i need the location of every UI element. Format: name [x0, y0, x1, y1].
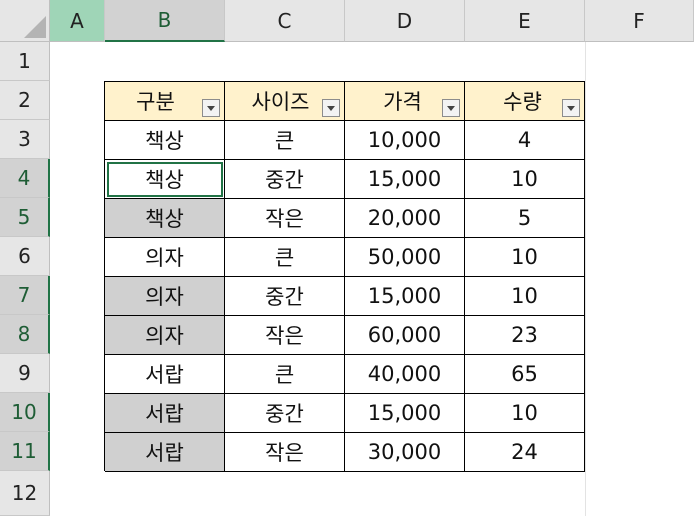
header-label: 수량 [503, 90, 542, 114]
row-header-4[interactable]: 4 [0, 159, 50, 198]
table-cell[interactable]: 40,000 [345, 355, 465, 394]
column-header-b[interactable]: B [105, 0, 225, 42]
selected-cell[interactable]: 의자 [105, 316, 225, 355]
table-cell[interactable]: 작은 [225, 316, 345, 355]
table-cell[interactable]: 65 [465, 355, 585, 394]
header-cell-quantity[interactable]: 수량 [465, 82, 585, 121]
row-header-2[interactable]: 2 [0, 81, 50, 120]
row-header-10[interactable]: 10 [0, 393, 50, 432]
table-cell[interactable]: 중간 [225, 277, 345, 316]
table-cell[interactable]: 30,000 [345, 433, 465, 472]
column-header-c[interactable]: C [225, 0, 345, 42]
header-cell-category[interactable]: 구분 [105, 82, 225, 121]
filter-dropdown-icon[interactable] [202, 99, 220, 117]
row-header-6[interactable]: 6 [0, 237, 50, 276]
table-cell[interactable]: 10 [465, 160, 585, 199]
row-header-3[interactable]: 3 [0, 120, 50, 159]
selected-cell[interactable]: 서랍 [105, 394, 225, 433]
table-cell[interactable]: 10 [465, 277, 585, 316]
table-cell[interactable]: 20,000 [345, 199, 465, 238]
selected-cell[interactable]: 의자 [105, 277, 225, 316]
active-cell[interactable]: 책상 [105, 160, 225, 199]
row-header-12[interactable]: 12 [0, 471, 50, 516]
table-cell[interactable]: 15,000 [345, 160, 465, 199]
table-cell[interactable]: 24 [465, 433, 585, 472]
header-cell-size[interactable]: 사이즈 [225, 82, 345, 121]
filter-dropdown-icon[interactable] [442, 99, 460, 117]
table-cell[interactable]: 작은 [225, 199, 345, 238]
selected-cell[interactable]: 책상 [105, 199, 225, 238]
header-cell-price[interactable]: 가격 [345, 82, 465, 121]
selected-cell[interactable]: 서랍 [105, 433, 225, 472]
filter-dropdown-icon[interactable] [562, 99, 580, 117]
select-all-triangle-icon [24, 16, 46, 38]
table-cell[interactable]: 10 [465, 238, 585, 277]
column-header-a[interactable]: A [50, 0, 105, 42]
table-cell[interactable]: 큰 [225, 121, 345, 160]
table-cell[interactable]: 큰 [225, 355, 345, 394]
row-header-7[interactable]: 7 [0, 276, 50, 315]
table-cell[interactable]: 15,000 [345, 277, 465, 316]
row-header-11[interactable]: 11 [0, 432, 50, 471]
table-cell[interactable]: 의자 [105, 238, 225, 277]
table-cell[interactable]: 5 [465, 199, 585, 238]
filter-dropdown-icon[interactable] [322, 99, 340, 117]
header-label: 구분 [136, 90, 175, 114]
table-cell[interactable]: 큰 [225, 238, 345, 277]
header-label: 사이즈 [251, 90, 310, 114]
table-cell[interactable]: 서랍 [105, 355, 225, 394]
column-header-f[interactable]: F [585, 0, 694, 42]
table-cell[interactable]: 15,000 [345, 394, 465, 433]
table-cell[interactable]: 60,000 [345, 316, 465, 355]
table-cell[interactable]: 50,000 [345, 238, 465, 277]
column-header-e[interactable]: E [465, 0, 585, 42]
row-header-9[interactable]: 9 [0, 354, 50, 393]
gridline [585, 42, 586, 516]
table-cell[interactable]: 책상 [105, 121, 225, 160]
table-cell[interactable]: 중간 [225, 160, 345, 199]
table-cell[interactable]: 10 [465, 394, 585, 433]
header-label: 가격 [383, 90, 422, 114]
row-header-5[interactable]: 5 [0, 198, 50, 237]
table-cell[interactable]: 10,000 [345, 121, 465, 160]
row-header-8[interactable]: 8 [0, 315, 50, 354]
column-header-d[interactable]: D [345, 0, 465, 42]
select-all-button[interactable] [0, 0, 50, 42]
table-cell[interactable]: 중간 [225, 394, 345, 433]
table-cell[interactable]: 23 [465, 316, 585, 355]
table-cell[interactable]: 작은 [225, 433, 345, 472]
table-cell[interactable]: 4 [465, 121, 585, 160]
row-header-1[interactable]: 1 [0, 42, 50, 81]
